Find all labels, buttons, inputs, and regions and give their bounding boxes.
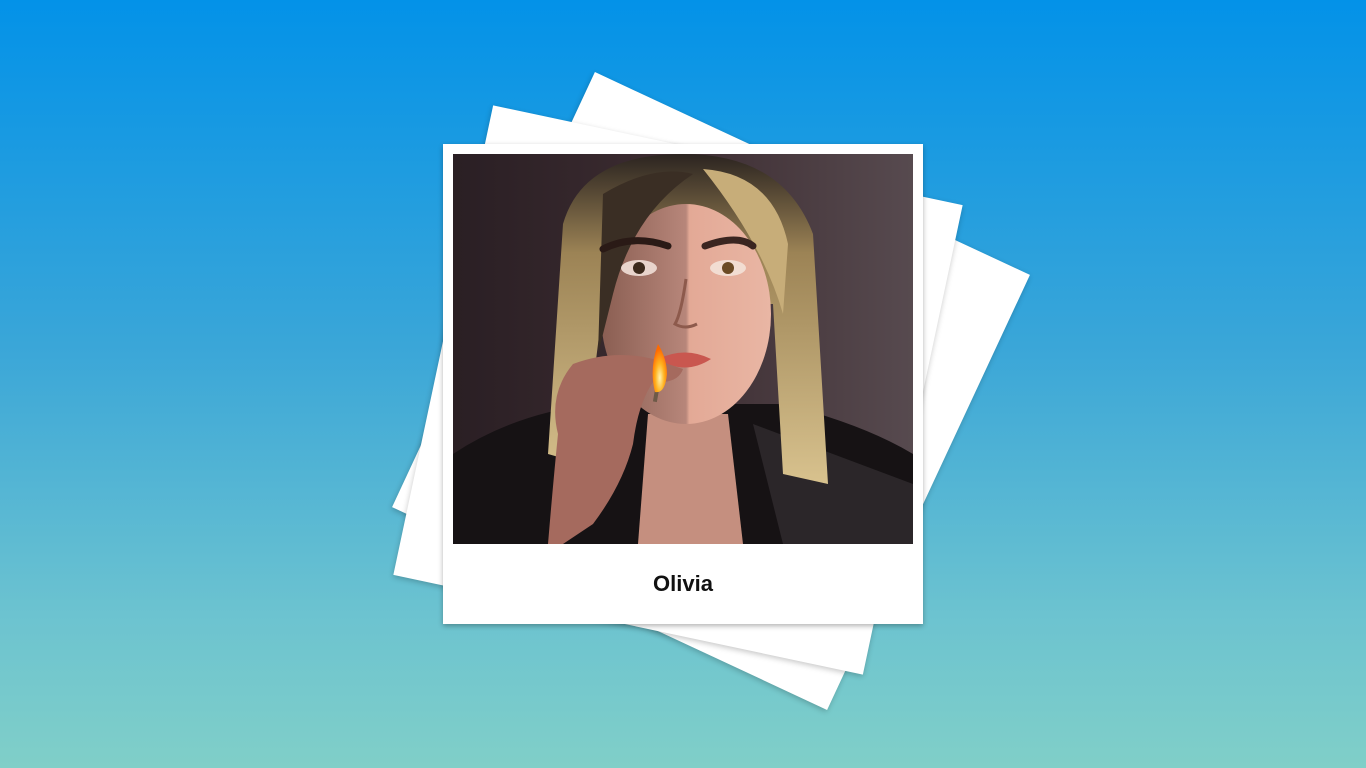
portrait-photo xyxy=(453,154,913,544)
polaroid-card[interactable]: Olivia xyxy=(443,144,923,624)
polaroid-caption: Olivia xyxy=(653,571,713,596)
polaroid-stack: Olivia xyxy=(392,72,1030,710)
